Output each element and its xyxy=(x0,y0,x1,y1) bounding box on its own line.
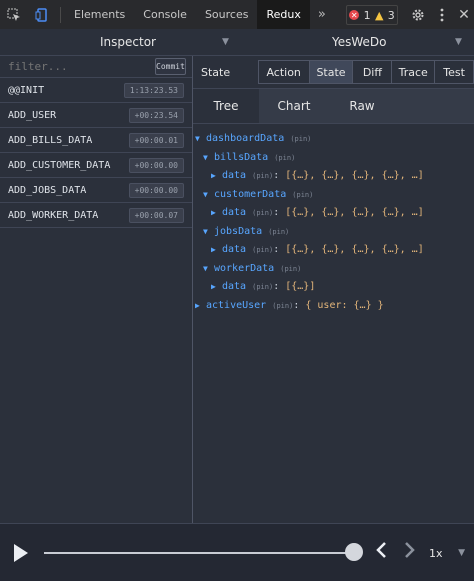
inspect-element-icon[interactable] xyxy=(0,0,28,29)
action-name: ADD_USER xyxy=(8,109,57,121)
expand-arrow-icon[interactable]: ▼ xyxy=(203,149,214,168)
expand-arrow-icon[interactable]: ▶ xyxy=(195,297,206,316)
chevron-down-icon[interactable]: ▼ xyxy=(222,29,229,55)
expand-arrow-icon[interactable]: ▶ xyxy=(211,204,222,223)
timeline-slider[interactable] xyxy=(44,552,354,554)
warning-count: 3 xyxy=(387,8,395,22)
expand-arrow-icon[interactable]: ▶ xyxy=(211,241,222,260)
kebab-menu-icon[interactable] xyxy=(430,0,454,29)
tree-node-dashboard[interactable]: ▼ dashboardData (pin) xyxy=(193,130,474,149)
tree-node-worker[interactable]: ▼ workerData (pin) xyxy=(193,260,474,279)
mode-toolbar: State Action State Diff Trace Test xyxy=(193,56,474,89)
close-icon[interactable]: ✕ xyxy=(452,0,474,29)
chevron-left-icon[interactable] xyxy=(374,540,388,565)
view-tabs: Tree Chart Raw xyxy=(193,89,474,124)
inspector-header: Inspector ▼ YesWeDo ▼ xyxy=(0,29,474,56)
tab-tree[interactable]: Tree xyxy=(193,89,259,123)
tab-redux[interactable]: Redux xyxy=(257,0,310,29)
warning-icon: ▲ xyxy=(374,8,384,22)
instance-title[interactable]: YesWeDo xyxy=(332,29,387,55)
action-list-panel: Commit @@INIT 1:13:23.53 ADD_USER +00:23… xyxy=(0,56,193,523)
playback-speed-select[interactable]: 1x ▼ xyxy=(425,543,469,563)
action-time-badge: +00:23.54 xyxy=(128,107,184,123)
devtools-tab-bar: Elements Console Sources Redux » ✕ 1 ▲ 3… xyxy=(0,0,474,30)
action-name: ADD_BILLS_DATA xyxy=(8,134,93,146)
expand-arrow-icon[interactable]: ▼ xyxy=(195,130,206,149)
chevron-down-icon: ▼ xyxy=(458,548,465,558)
list-item[interactable]: ADD_WORKER_DATA +00:00.07 xyxy=(0,203,192,228)
tree-node-bills[interactable]: ▼ billsData (pin) xyxy=(193,149,474,168)
action-time-badge: +00:00.00 xyxy=(128,157,184,173)
action-time-badge: 1:13:23.53 xyxy=(123,82,184,98)
issues-badge[interactable]: ✕ 1 ▲ 3 xyxy=(346,5,398,25)
tab-sources[interactable]: Sources xyxy=(196,0,258,29)
list-item[interactable]: ADD_USER +00:23.54 xyxy=(0,103,192,128)
tab-chart[interactable]: Chart xyxy=(259,89,329,123)
list-item[interactable]: ADD_BILLS_DATA +00:00.01 xyxy=(0,128,192,153)
action-name: @@INIT xyxy=(8,84,45,96)
tree-node-bills-data[interactable]: ▶ data (pin): [{…}, {…}, {…}, {…}, …] xyxy=(193,167,474,186)
action-time-badge: +00:00.01 xyxy=(128,132,184,148)
playback-bar: 1x ▼ xyxy=(0,523,474,581)
expand-arrow-icon[interactable]: ▶ xyxy=(211,167,222,186)
action-name: ADD_CUSTOMER_DATA xyxy=(8,159,111,171)
diff-mode-button[interactable]: Diff xyxy=(352,60,393,84)
tab-raw[interactable]: Raw xyxy=(329,89,395,123)
state-label: State xyxy=(201,65,231,79)
slider-handle[interactable] xyxy=(345,543,363,561)
expand-arrow-icon[interactable]: ▶ xyxy=(211,278,222,297)
tree-node-customer-data[interactable]: ▶ data (pin): [{…}, {…}, {…}, {…}, …] xyxy=(193,204,474,223)
play-icon[interactable] xyxy=(14,544,28,562)
tree-node-active-user[interactable]: ▶ activeUser (pin): { user: {…} } xyxy=(193,297,474,316)
device-toolbar-icon[interactable] xyxy=(28,0,56,29)
list-item[interactable]: ADD_CUSTOMER_DATA +00:00.00 xyxy=(0,153,192,178)
toolbar-divider xyxy=(60,6,61,23)
speed-value: 1x xyxy=(429,546,443,560)
chevron-down-icon[interactable]: ▼ xyxy=(455,29,462,55)
tab-console[interactable]: Console xyxy=(134,0,196,29)
tree-node-customer[interactable]: ▼ customerData (pin) xyxy=(193,186,474,205)
tree-node-worker-data[interactable]: ▶ data (pin): [{…}] xyxy=(193,278,474,297)
error-icon: ✕ xyxy=(349,10,360,20)
action-mode-button[interactable]: Action xyxy=(257,60,310,84)
state-mode-button[interactable]: State xyxy=(308,60,354,84)
inspector-title[interactable]: Inspector xyxy=(100,29,156,55)
expand-arrow-icon[interactable]: ▼ xyxy=(203,223,214,242)
test-mode-button[interactable]: Test xyxy=(434,60,474,84)
trace-mode-button[interactable]: Trace xyxy=(391,60,436,84)
filter-bar: Commit xyxy=(0,56,192,78)
timeline-progress xyxy=(44,552,354,554)
state-inspector-panel: State Action State Diff Trace Test Tree … xyxy=(193,56,474,523)
expand-arrow-icon[interactable]: ▼ xyxy=(203,186,214,205)
chevron-right-icon[interactable] xyxy=(403,540,417,565)
filter-input[interactable] xyxy=(8,60,155,73)
commit-button[interactable]: Commit xyxy=(155,58,186,75)
action-time-badge: +00:00.00 xyxy=(128,182,184,198)
state-tree: ▼ dashboardData (pin) ▼ billsData (pin) ▶ d… xyxy=(193,124,474,315)
expand-arrow-icon[interactable]: ▼ xyxy=(203,260,214,279)
more-tabs-button[interactable]: » xyxy=(310,7,334,22)
error-count: 1 xyxy=(363,8,371,22)
tree-node-jobs-data[interactable]: ▶ data (pin): [{…}, {…}, {…}, {…}, …] xyxy=(193,241,474,260)
tab-elements[interactable]: Elements xyxy=(65,0,134,29)
list-item[interactable]: @@INIT 1:13:23.53 xyxy=(0,78,192,103)
action-name: ADD_WORKER_DATA xyxy=(8,209,99,221)
action-time-badge: +00:00.07 xyxy=(128,207,184,223)
gear-icon[interactable] xyxy=(406,0,430,29)
list-item[interactable]: ADD_JOBS_DATA +00:00.00 xyxy=(0,178,192,203)
action-name: ADD_JOBS_DATA xyxy=(8,184,87,196)
tree-node-jobs[interactable]: ▼ jobsData (pin) xyxy=(193,223,474,242)
